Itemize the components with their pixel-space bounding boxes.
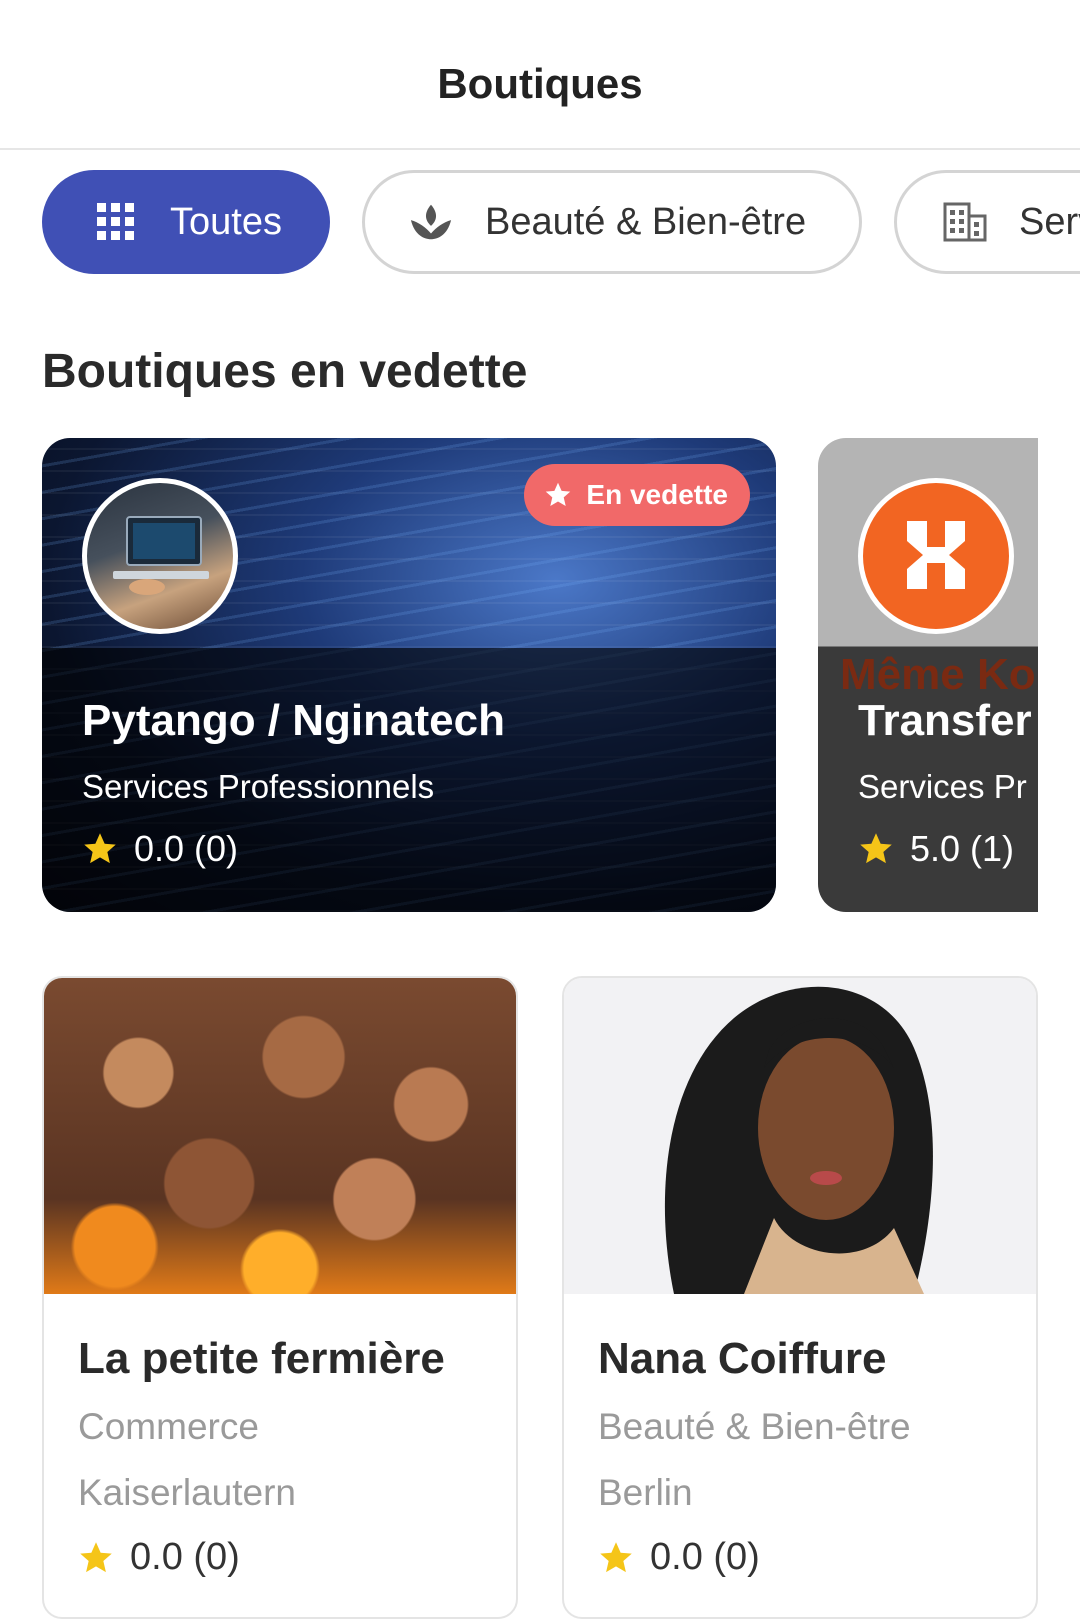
cover-text: Même Ko [840, 650, 1036, 699]
shop-name: La petite fermière [78, 1334, 445, 1383]
featured-badge: En vedette [524, 464, 750, 526]
chip-label: Toutes [170, 200, 282, 243]
rating-value: 0.0 (0) [650, 1536, 760, 1578]
star-icon [546, 482, 571, 506]
badge-label: En vedette [586, 479, 728, 510]
grid-icon [94, 200, 138, 244]
shop-category: Services Professionnels [82, 768, 435, 805]
star-icon [600, 1541, 632, 1572]
star-icon [84, 833, 116, 864]
shop-category: Commerce [78, 1406, 259, 1447]
star-icon [860, 833, 892, 864]
chip-services[interactable]: Serv [894, 170, 1080, 274]
featured-carousel[interactable]: En vedette Pytango / Nginatech Services … [0, 438, 1038, 912]
shop-category: Beauté & Bien-être [598, 1406, 911, 1447]
shop-rating: 5.0 (1) [858, 828, 1014, 870]
building-icon [943, 200, 987, 244]
page-title: Boutiques [437, 60, 643, 107]
chip-beaute-bien-etre[interactable]: Beauté & Bien-être [362, 170, 862, 274]
shop-city: Berlin [598, 1472, 693, 1513]
rating-value: 5.0 (1) [910, 828, 1015, 869]
lotus-icon [409, 200, 453, 244]
featured-card[interactable]: En vedette Pytango / Nginatech Services … [42, 438, 776, 912]
rating-value: 0.0 (0) [134, 828, 239, 869]
shop-rating: 0.0 (0) [598, 1536, 760, 1579]
grilled-chicken-image [44, 978, 516, 1294]
rating-value: 0.0 (0) [130, 1536, 240, 1578]
shop-avatar [82, 478, 238, 634]
shop-card[interactable]: Nana Coiffure Beauté & Bien-être Berlin … [562, 976, 1038, 1619]
category-filter-bar[interactable]: Toutes Beauté & Bien-être Ser [0, 170, 1080, 276]
chip-label: Beauté & Bien-être [485, 200, 807, 243]
shop-card[interactable]: La petite fermière Commerce Kaiserlauter… [42, 976, 518, 1619]
shop-city: Kaiserlautern [78, 1472, 297, 1513]
shop-name: Pytango / Nginatech [82, 696, 505, 745]
shop-name: Transfer [858, 696, 1032, 745]
chip-toutes[interactable]: Toutes [42, 170, 330, 274]
shop-category: Services Pr [858, 768, 1027, 805]
featured-section-title: Boutiques en vedette [42, 345, 528, 398]
shop-logo [858, 478, 1014, 634]
shop-name: Nana Coiffure [598, 1334, 887, 1383]
shop-rating: 0.0 (0) [78, 1536, 240, 1579]
star-icon [80, 1541, 112, 1572]
hairstyle-portrait-image [564, 978, 1036, 1294]
app-header: Boutiques [0, 0, 1080, 150]
featured-card[interactable]: Même Ko Transfer Services Pr 5.0 (1) [818, 438, 1038, 912]
shop-rating: 0.0 (0) [82, 828, 238, 870]
chip-label: Serv [1019, 200, 1080, 243]
